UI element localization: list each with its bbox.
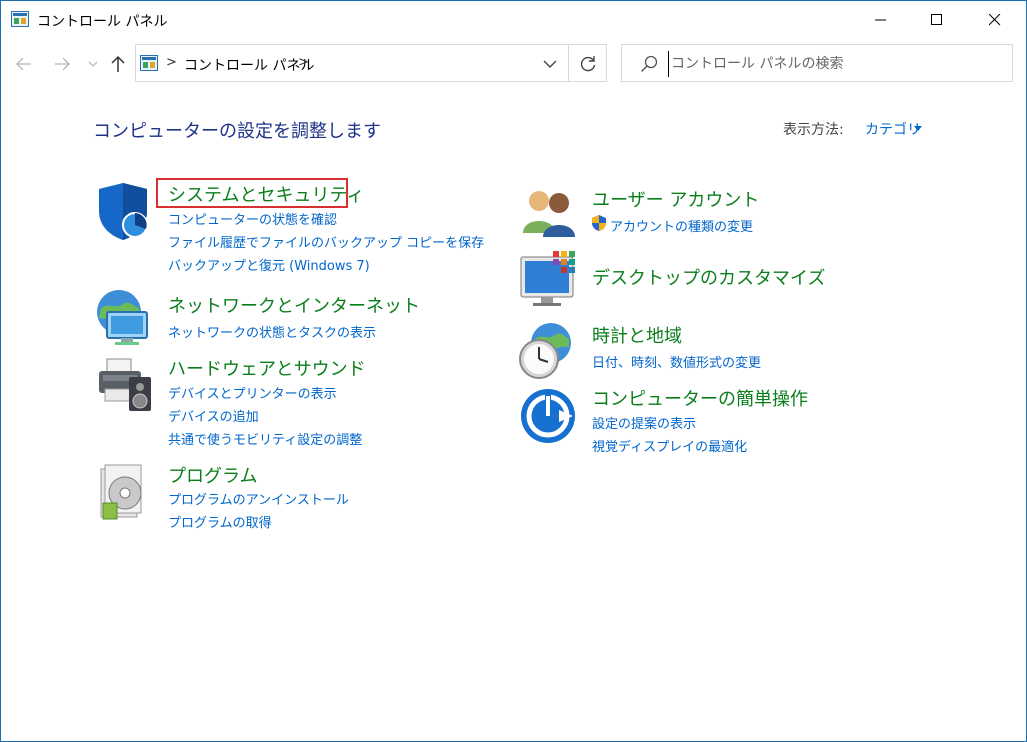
title-bar[interactable]: コントロール パネル [1,1,1026,39]
category-hardware-sound[interactable]: ハードウェアとサウンド [168,355,366,381]
ease-of-access-icon[interactable] [519,386,579,446]
link-network-status-tasks[interactable]: ネットワークの状態とタスクの表示 [168,322,376,341]
category-ease-of-access[interactable]: コンピューターの簡単操作 [592,385,808,411]
link-uninstall-program[interactable]: プログラムのアンインストール [168,489,349,508]
breadcrumb-control-panel[interactable]: コントロール パネル [184,55,314,75]
link-devices-printers[interactable]: デバイスとプリンターの表示 [168,383,337,402]
link-file-history-backup[interactable]: ファイル履歴でファイルのバックアップ コピーを保存 [168,232,484,251]
breadcrumb-separator[interactable]: > [298,55,309,70]
view-by-caret-icon[interactable] [914,126,922,131]
recent-locations-button[interactable] [85,53,101,75]
window-title: コントロール パネル [37,14,168,30]
maximize-icon [931,14,942,25]
uac-shield-icon [592,215,606,231]
link-mobility-settings[interactable]: 共通で使うモビリティ設定の調整 [168,429,362,448]
programs-disc-icon[interactable] [97,461,157,521]
refresh-icon[interactable] [578,54,598,74]
link-optimize-visual-display[interactable]: 視覚ディスプレイの最適化 [592,436,747,455]
printer-speaker-icon[interactable] [95,355,155,415]
maximize-button[interactable] [914,1,960,39]
chevron-down-icon [88,61,98,67]
search-input[interactable] [668,51,1003,77]
close-button[interactable] [972,1,1018,39]
address-bar[interactable]: > コントロール パネル > [135,44,607,82]
breadcrumb-separator[interactable]: > [166,55,177,70]
back-button[interactable] [13,53,35,75]
view-by-label: 表示方法: [783,122,844,138]
category-user-accounts[interactable]: ユーザー アカウント [592,186,759,212]
close-icon [989,14,1001,26]
control-panel-location-icon [140,55,158,71]
arrow-left-icon [16,57,31,71]
page-heading: コンピューターの設定を調整します [93,121,381,142]
category-network-internet[interactable]: ネットワークとインターネット [168,292,420,318]
category-programs[interactable]: プログラム [168,462,257,488]
forward-button[interactable] [51,53,73,75]
link-suggested-settings[interactable]: 設定の提案の表示 [592,413,696,432]
clock-globe-icon[interactable] [517,321,577,381]
link-add-device[interactable]: デバイスの追加 [168,406,259,425]
link-check-computer-status[interactable]: コンピューターの状態を確認 [168,209,337,228]
arrow-right-icon [55,57,70,71]
link-backup-restore[interactable]: バックアップと復元 (Windows 7) [168,255,370,274]
navigation-bar: > コントロール パネル > [1,41,1026,87]
control-panel-window: コントロール パネル > コントロール パネル > コントロール パネルの検索 … [0,0,1027,742]
link-get-programs[interactable]: プログラムの取得 [168,512,272,531]
category-system-security[interactable]: システムとセキュリティ [168,181,364,207]
up-button[interactable] [107,53,129,75]
search-icon [641,55,658,72]
category-appearance-personalization[interactable]: デスクトップのカスタマイズ [592,264,825,290]
minimize-icon [875,19,886,21]
link-change-account-type[interactable]: アカウントの種類の変更 [610,216,753,235]
control-panel-app-icon [11,11,29,27]
search-box[interactable] [621,44,1013,82]
network-globe-icon[interactable] [93,288,153,348]
shield-icon[interactable] [95,181,155,241]
view-by-dropdown[interactable]: カテゴリ [865,119,921,139]
minimize-button[interactable] [858,1,904,39]
chevron-down-icon[interactable] [540,57,560,71]
arrow-up-icon [111,55,125,72]
link-change-date-time-number-formats[interactable]: 日付、時刻、数値形式の変更 [592,352,761,371]
desktop-monitor-icon[interactable] [519,249,579,309]
category-clock-region[interactable]: 時計と地域 [592,322,682,348]
users-icon[interactable] [519,183,579,243]
address-divider [568,45,569,81]
